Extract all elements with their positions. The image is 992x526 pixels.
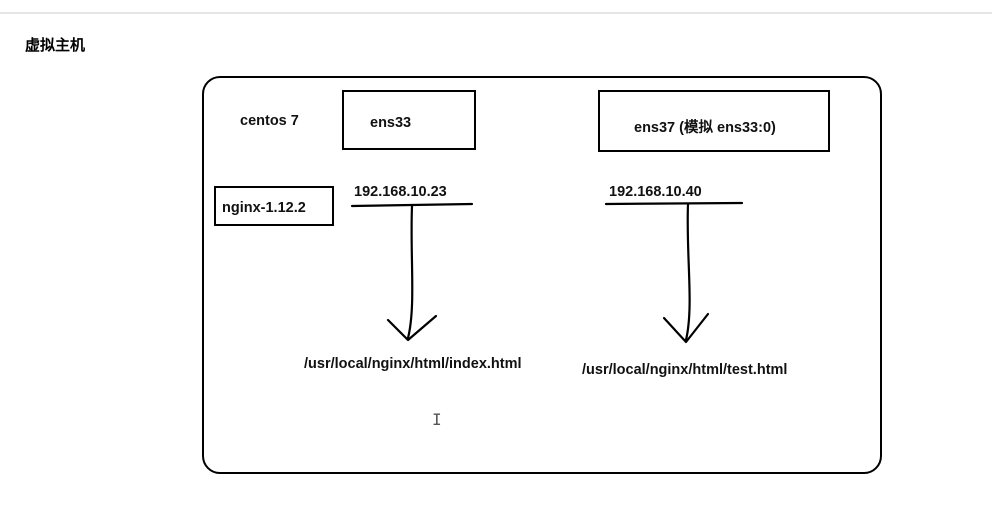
arrow-right-icon — [604, 196, 754, 356]
nginx-label: nginx-1.12.2 — [222, 200, 338, 216]
text-cursor-icon: I — [432, 410, 442, 429]
iface2-label: ens37 (模拟 ens33:0) — [634, 116, 862, 137]
arrow-left-icon — [346, 196, 486, 356]
path1-label: /usr/local/nginx/html/index.html — [304, 356, 522, 372]
iface1-box: ens33 — [342, 90, 476, 150]
iface2-box: ens37 (模拟 ens33:0) — [598, 90, 830, 152]
separator — [0, 12, 992, 14]
diagram-container: centos 7 ens33 ens37 (模拟 ens33:0) nginx-… — [202, 76, 882, 474]
page-title: 虚拟主机 — [25, 34, 85, 55]
iface1-label: ens33 — [370, 115, 500, 131]
nginx-box: nginx-1.12.2 — [214, 186, 334, 226]
path2-label: /usr/local/nginx/html/test.html — [582, 362, 787, 378]
os-label: centos 7 — [240, 113, 299, 129]
